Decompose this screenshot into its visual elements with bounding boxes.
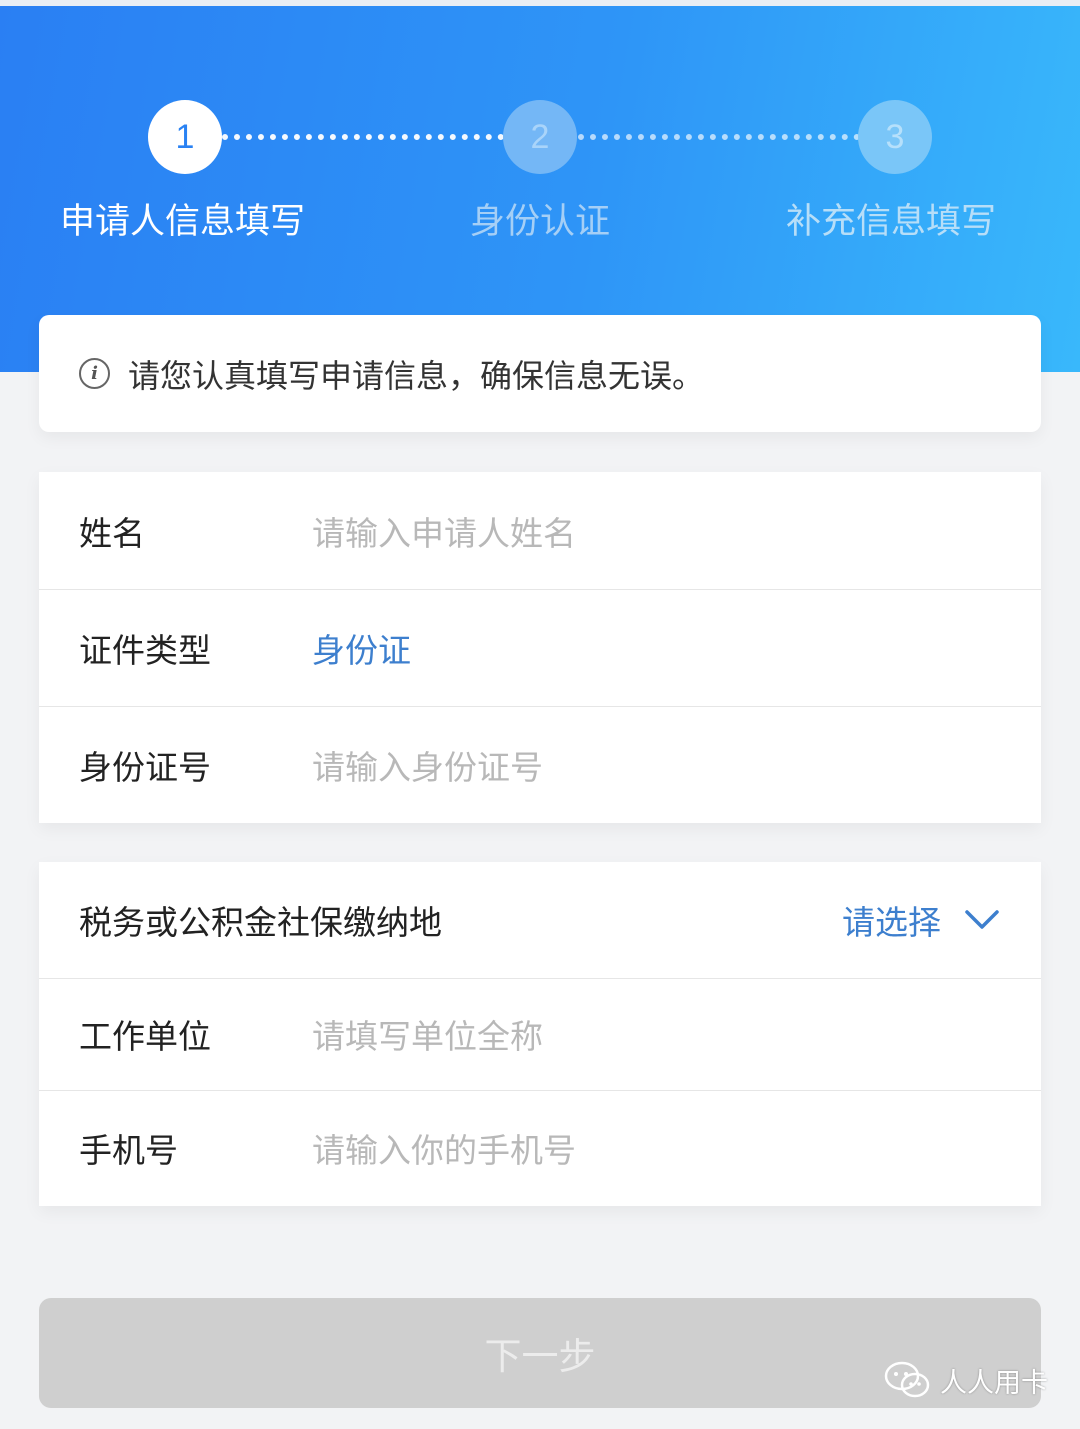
name-label: 姓名 [79,513,145,553]
step-2-label: 身份认证 [470,202,611,242]
step-1-label: 申请人信息填写 [60,202,306,242]
info-icon: i [79,358,110,389]
step-1-number: 1 [175,117,195,156]
id-number-input[interactable]: 请输入身份证号 [312,741,543,789]
employer-input[interactable]: 请填写单位全称 [312,1010,543,1058]
name-row[interactable]: 姓名 请输入申请人姓名 [39,472,1041,589]
location-select[interactable]: 请选择 [842,896,941,944]
step-2-number: 2 [530,117,550,156]
step-3-label: 补充信息填写 [786,202,997,242]
id-number-row[interactable]: 身份证号 请输入身份证号 [39,706,1041,823]
employer-row[interactable]: 工作单位 请填写单位全称 [39,978,1041,1090]
wechat-icon [884,1361,930,1398]
watermark-text: 人人用卡 [940,1367,1048,1399]
step-1-circle: 1 [148,100,222,174]
step-3-circle: 3 [858,100,932,174]
name-input[interactable]: 请输入申请人姓名 [312,507,576,555]
id-type-row[interactable]: 证件类型 身份证 [39,589,1041,706]
id-number-label: 身份证号 [79,747,211,787]
id-type-select[interactable]: 身份证 [312,624,411,672]
supplementary-info-card: 税务或公积金社保缴纳地 请选择 工作单位 请填写单位全称 手机号 请输入你的手机… [39,862,1041,1206]
watermark: 人人用卡 [884,1360,1048,1400]
location-label: 税务或公积金社保缴纳地 [79,903,442,942]
phone-label: 手机号 [79,1131,178,1170]
step-2-circle: 2 [503,100,577,174]
id-type-label: 证件类型 [79,630,211,670]
phone-row[interactable]: 手机号 请输入你的手机号 [39,1090,1041,1206]
step-connector-1-2 [222,134,504,140]
location-row[interactable]: 税务或公积金社保缴纳地 请选择 [39,862,1041,978]
employer-label: 工作单位 [79,1017,211,1056]
applicant-info-card: 姓名 请输入申请人姓名 证件类型 身份证 身份证号 请输入身份证号 [39,472,1041,823]
step-connector-2-3 [578,134,860,140]
notice-text: 请您认真填写申请信息，确保信息无误。 [128,356,705,395]
phone-input[interactable]: 请输入你的手机号 [312,1124,576,1172]
chevron-down-icon[interactable] [963,901,1001,939]
step-3-number: 3 [885,117,905,156]
notice-banner: i 请您认真填写申请信息，确保信息无误。 [39,315,1041,432]
